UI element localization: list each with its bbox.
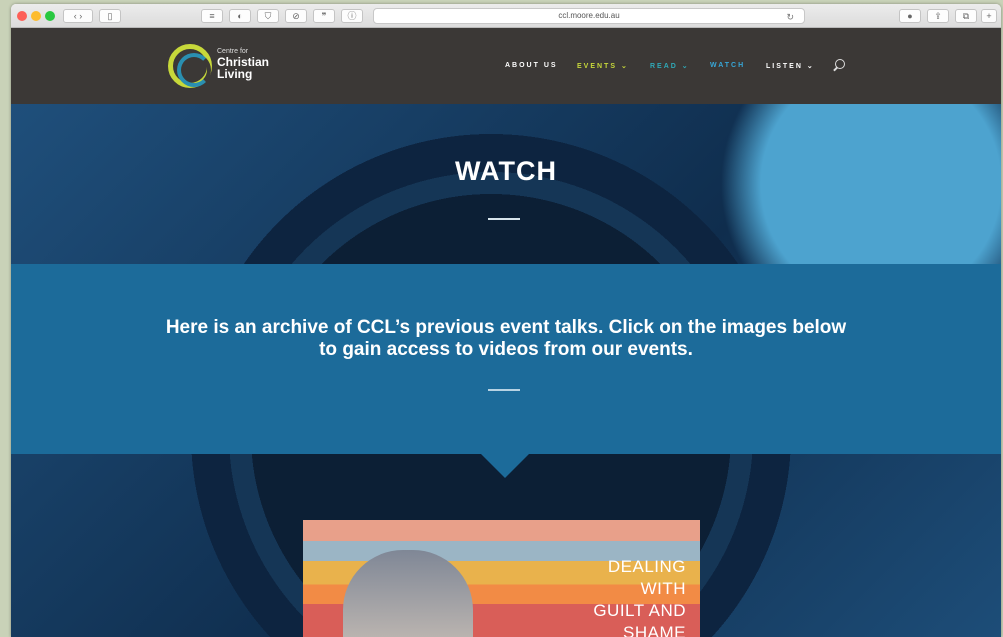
thumbnail-title-line: SHAME bbox=[623, 623, 686, 637]
reader-icon[interactable]: ◐ bbox=[229, 9, 251, 23]
thumbnail-title-line: WITH bbox=[640, 579, 686, 598]
browser-toolbar: ‹ › ▯ ≡ ◐ ⛉ ⊘ ❞ ⓘ ccl.moore.edu.au ↻ ● ⇪… bbox=[11, 4, 1001, 28]
logo-title[interactable]: Christian Living bbox=[217, 56, 269, 80]
event-thumbnail[interactable]: DEALING WITH GUILT AND SHAME bbox=[303, 520, 700, 637]
page-title: WATCH bbox=[455, 156, 557, 186]
intro-divider bbox=[488, 389, 520, 391]
intro-band: Here is an archive of CCL’s previous eve… bbox=[11, 264, 1001, 454]
browser-window: ‹ › ▯ ≡ ◐ ⛉ ⊘ ❞ ⓘ ccl.moore.edu.au ↻ ● ⇪… bbox=[11, 4, 1001, 637]
back-forward-buttons[interactable]: ‹ › bbox=[63, 9, 93, 23]
title-divider bbox=[488, 218, 520, 220]
thumbnail-title-line: DEALING bbox=[607, 557, 686, 576]
layers-icon[interactable]: ≡ bbox=[201, 9, 223, 23]
url-text: ccl.moore.edu.au bbox=[558, 11, 620, 20]
info-icon[interactable]: ⓘ bbox=[341, 9, 363, 23]
close-window-icon[interactable] bbox=[17, 11, 27, 21]
reload-icon[interactable]: ↻ bbox=[786, 10, 794, 24]
logo-title-line2: Living bbox=[217, 67, 253, 81]
band-pointer bbox=[481, 454, 529, 478]
nav-listen[interactable]: LISTEN ⌄ bbox=[766, 62, 815, 70]
intro-text: Here is an archive of CCL’s previous eve… bbox=[165, 317, 847, 360]
share-icon[interactable]: ⇪ bbox=[927, 9, 949, 23]
maximize-window-icon[interactable] bbox=[45, 11, 55, 21]
extension-icon[interactable]: ● bbox=[899, 9, 921, 23]
sidebar-icon[interactable]: ▯ bbox=[99, 9, 121, 23]
quote-icon[interactable]: ❞ bbox=[313, 9, 335, 23]
logo-icon[interactable] bbox=[168, 44, 212, 88]
nav-about-us[interactable]: ABOUT US bbox=[505, 62, 558, 69]
nav-events[interactable]: EVENTS ⌄ bbox=[577, 62, 629, 70]
hero-section: WATCH Here is an archive of CCL’s previo… bbox=[11, 104, 1001, 637]
pocket-icon[interactable]: ⛉ bbox=[257, 9, 279, 23]
logo-subtitle: Centre for bbox=[217, 48, 249, 55]
blocker-icon[interactable]: ⊘ bbox=[285, 9, 307, 23]
minimize-window-icon[interactable] bbox=[31, 11, 41, 21]
nav-read[interactable]: READ ⌄ bbox=[650, 62, 690, 70]
search-icon[interactable] bbox=[835, 59, 845, 69]
site-header: Centre for Christian Living ABOUT US EVE… bbox=[11, 28, 1001, 104]
address-bar[interactable]: ccl.moore.edu.au ↻ bbox=[373, 8, 805, 24]
thumbnail-title-line: GUILT AND bbox=[593, 601, 686, 620]
nav-watch[interactable]: WATCH bbox=[710, 62, 745, 69]
thumbnail-image bbox=[343, 550, 473, 637]
new-tab-icon[interactable]: + bbox=[981, 9, 997, 23]
tabs-icon[interactable]: ⧉ bbox=[955, 9, 977, 23]
